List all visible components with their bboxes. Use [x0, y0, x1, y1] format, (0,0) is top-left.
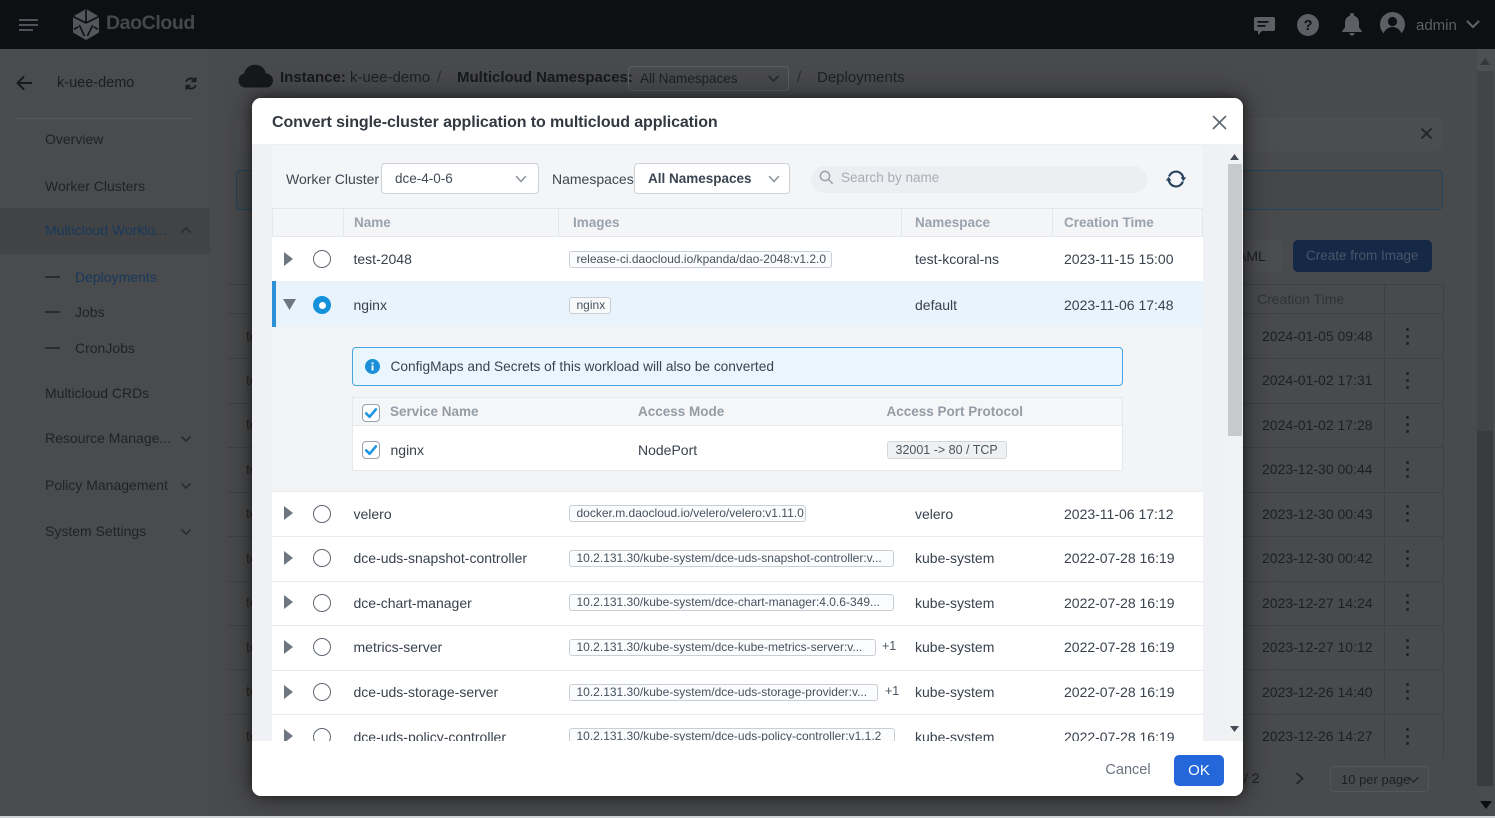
svg-text:?: ? — [1304, 18, 1313, 34]
